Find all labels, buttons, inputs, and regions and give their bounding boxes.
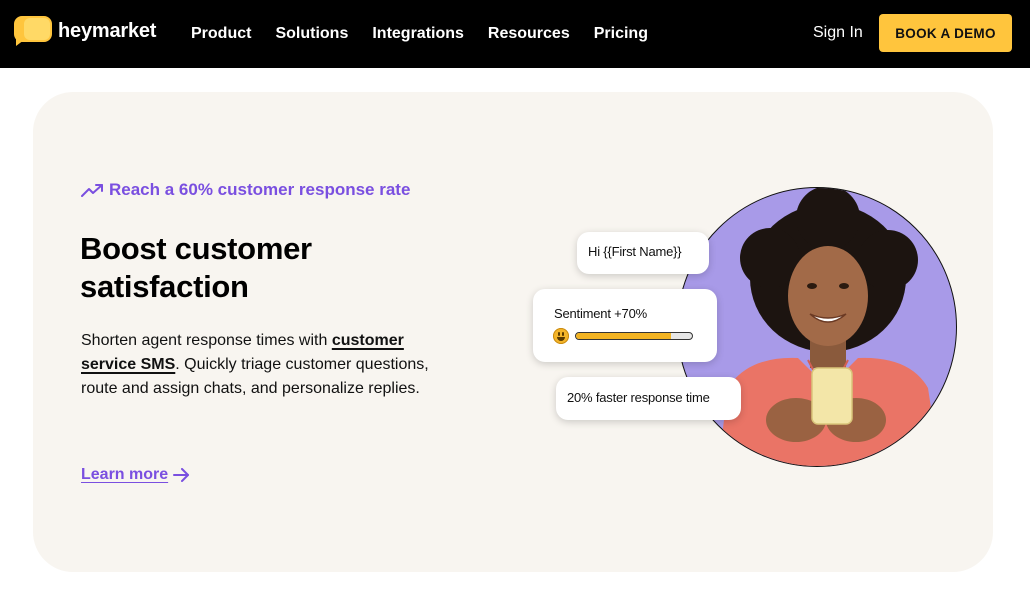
feature-card: Reach a 60% customer response rate Boost… (33, 92, 993, 572)
learn-more-link[interactable]: Learn more (81, 466, 190, 484)
woman-with-phone-image (718, 188, 940, 466)
eyebrow-text: Reach a 60% customer response rate (109, 180, 411, 199)
eyebrow-stat: Reach a 60% customer response rate (81, 180, 410, 200)
grinning-face-icon (553, 328, 569, 344)
trending-up-icon (81, 184, 103, 197)
sentiment-label: Sentiment +70% (554, 306, 647, 321)
chat-bubble-logo-icon (14, 16, 52, 46)
brand-logo[interactable]: heymarket (14, 16, 156, 46)
brand-name: heymarket (58, 19, 157, 42)
greeting-message-bubble: Hi {{First Name}} (577, 232, 709, 274)
learn-more-label: Learn more (81, 466, 169, 483)
primary-nav: Product Solutions Integrations Resources… (191, 0, 672, 68)
nav-item-pricing[interactable]: Pricing (594, 25, 648, 43)
sentiment-progress-fill (576, 333, 672, 339)
response-time-bubble: 20% faster response time (556, 377, 741, 420)
nav-item-product[interactable]: Product (191, 25, 251, 43)
sentiment-meter (553, 328, 717, 344)
response-time-text: 20% faster response time (567, 390, 710, 405)
description-text-start: Shorten agent response times with (81, 332, 332, 349)
sign-in-link[interactable]: Sign In (813, 24, 863, 42)
arrow-right-icon (173, 468, 190, 482)
book-demo-button[interactable]: BOOK A DEMO (879, 14, 1012, 52)
sentiment-progress-bar (575, 332, 693, 340)
nav-item-solutions[interactable]: Solutions (275, 25, 348, 43)
feature-headline: Boost customer satisfaction (80, 231, 312, 304)
customer-photo (677, 187, 957, 467)
feature-description: Shorten agent response times with custom… (81, 329, 451, 401)
greeting-text: Hi {{First Name}} (588, 244, 682, 259)
nav-item-integrations[interactable]: Integrations (372, 25, 464, 43)
sentiment-card: Sentiment +70% (533, 289, 717, 362)
nav-item-resources[interactable]: Resources (488, 25, 570, 43)
top-navbar: heymarket Product Solutions Integrations… (0, 0, 1030, 68)
feature-illustration: Hi {{First Name}} Sentiment +70% 20% fas… (523, 182, 957, 482)
